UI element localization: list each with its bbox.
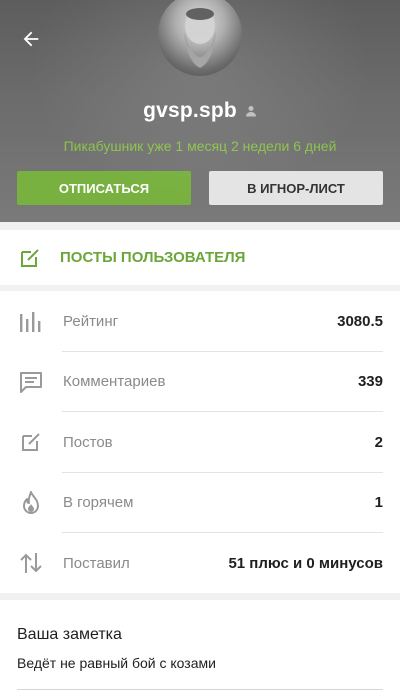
bar-chart-icon bbox=[20, 312, 41, 333]
flame-icon bbox=[23, 490, 39, 514]
stat-value: 51 плюс и 0 минусов bbox=[228, 554, 383, 572]
arrow-left-icon bbox=[23, 31, 39, 47]
stat-value: 339 bbox=[357, 373, 383, 391]
back-button[interactable] bbox=[14, 22, 48, 56]
sort-arrows-icon bbox=[20, 553, 42, 574]
avatar bbox=[158, 0, 242, 76]
stat-label: Поставил bbox=[63, 554, 130, 572]
stat-row-comments: Комментариев 339 bbox=[0, 352, 400, 412]
user-posts-label: Посты пользователя bbox=[60, 249, 246, 266]
edit-icon bbox=[22, 433, 40, 452]
stat-label: Комментариев bbox=[63, 373, 166, 391]
stat-label: Постов bbox=[63, 433, 113, 451]
stat-row-hot: В горячем 1 bbox=[0, 473, 400, 533]
note-underline bbox=[17, 689, 383, 690]
user-icon bbox=[245, 106, 256, 117]
stat-row-rating: Рейтинг 3080.5 bbox=[0, 291, 400, 352]
note-text[interactable]: Ведёт не равный бой с козами bbox=[17, 655, 216, 671]
user-posts-link[interactable]: Посты пользователя bbox=[0, 230, 400, 285]
tenure-text: Пикабушник уже 1 месяц 2 недели 6 дней bbox=[63, 138, 337, 154]
username: gvsp.spb bbox=[143, 99, 237, 122]
stat-row-posts: Постов 2 bbox=[0, 412, 400, 473]
edit-icon bbox=[21, 248, 39, 267]
stat-label: Рейтинг bbox=[63, 312, 119, 330]
stat-label: В горячем bbox=[63, 494, 134, 512]
comment-icon bbox=[20, 371, 42, 393]
unsubscribe-button[interactable]: Отписаться bbox=[17, 171, 191, 205]
stats-list: Рейтинг 3080.5 Комментариев 339 Постов 2 bbox=[0, 291, 400, 593]
note-card[interactable]: Ваша заметка Ведёт не равный бой с козам… bbox=[0, 600, 400, 696]
stat-row-votes: Поставил 51 плюс и 0 минусов bbox=[0, 533, 400, 594]
note-title: Ваша заметка bbox=[17, 626, 122, 643]
ignore-list-button[interactable]: В игнор-лист bbox=[209, 171, 383, 205]
stat-value: 3080.5 bbox=[337, 312, 383, 330]
stat-value: 2 bbox=[374, 433, 383, 451]
stat-value: 1 bbox=[374, 494, 383, 512]
profile-header: gvsp.spb Пикабушник уже 1 месяц 2 недели… bbox=[0, 0, 400, 222]
